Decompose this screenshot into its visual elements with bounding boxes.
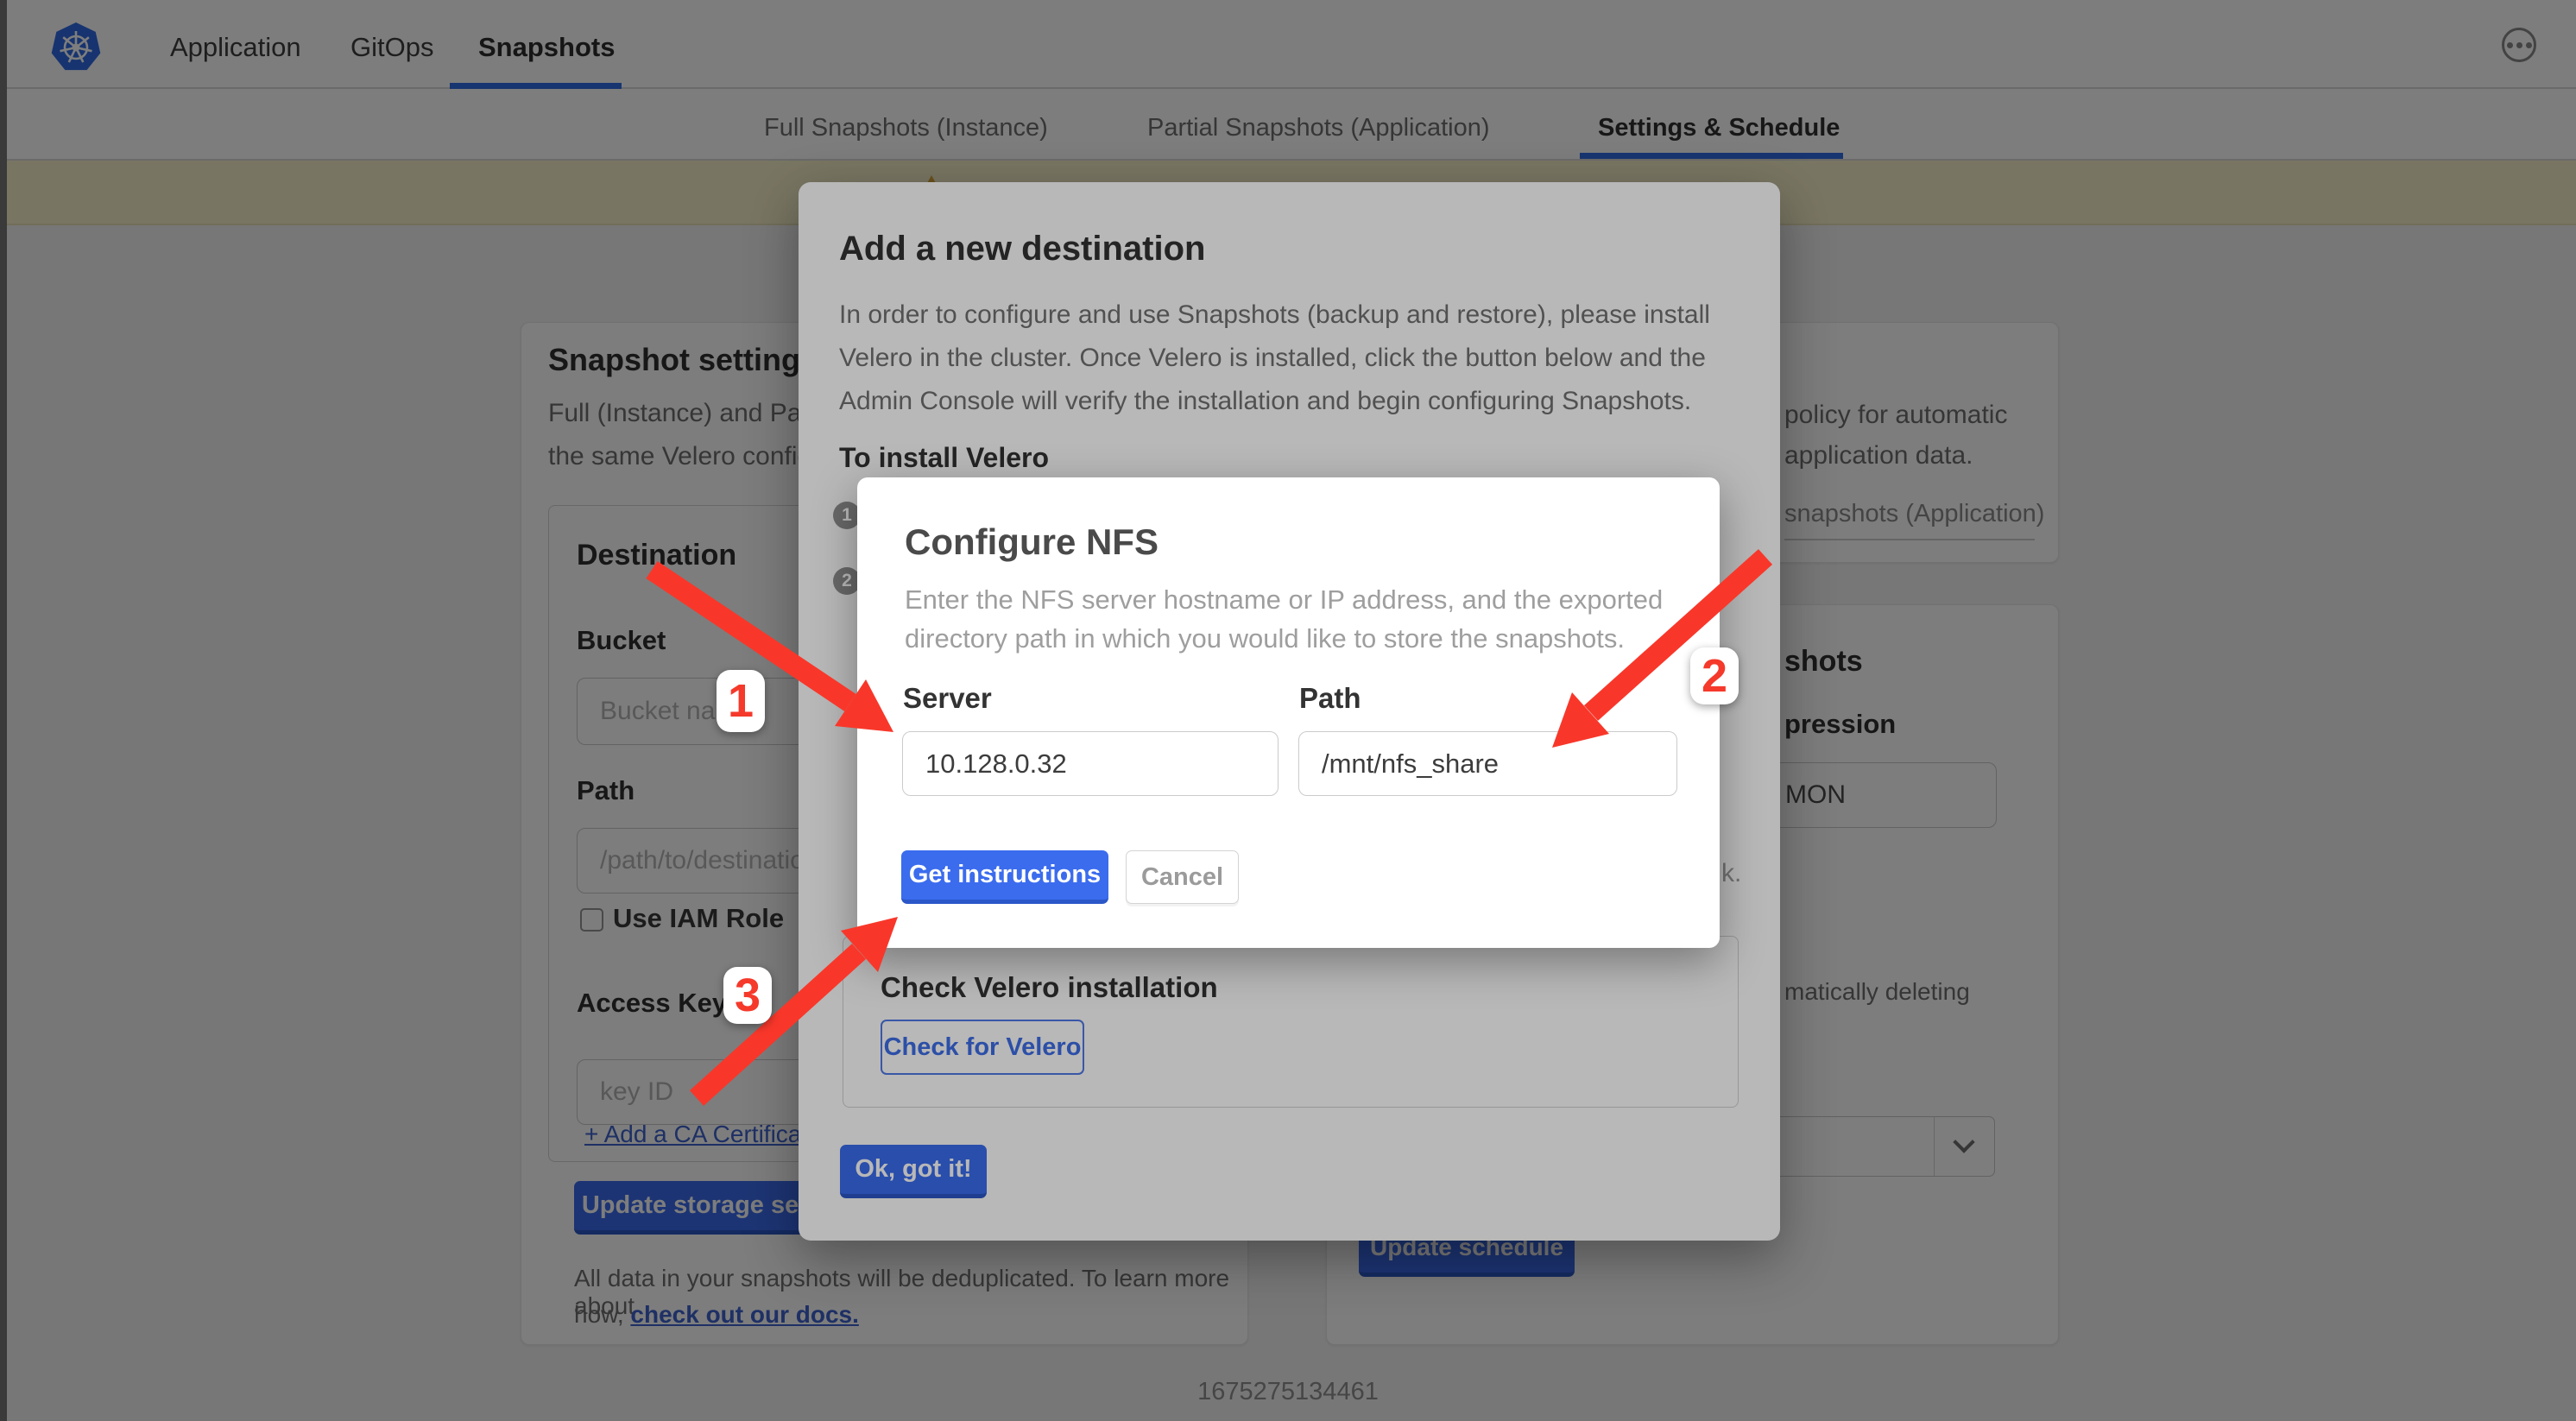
annotation-badge-3: 3 (723, 967, 772, 1024)
annotation-badge-2: 2 (1690, 647, 1739, 704)
dialog-title: Configure NFS (905, 521, 1159, 563)
annotation-arrow-3 (682, 898, 919, 1118)
admin-console-screen: Application GitOps Snapshots Full Snapsh… (0, 0, 2576, 1421)
get-instructions-button[interactable]: Get instructions (901, 850, 1108, 904)
annotation-arrow-2 (1528, 540, 1787, 777)
server-input[interactable] (902, 731, 1279, 796)
server-label: Server (903, 682, 992, 715)
dialog-description-line2: directory path in which you would like t… (905, 623, 1625, 654)
cancel-button[interactable]: Cancel (1126, 850, 1239, 904)
annotation-badge-1: 1 (717, 670, 765, 732)
annotation-arrow-1 (639, 553, 915, 760)
nfs-path-label: Path (1299, 682, 1361, 715)
